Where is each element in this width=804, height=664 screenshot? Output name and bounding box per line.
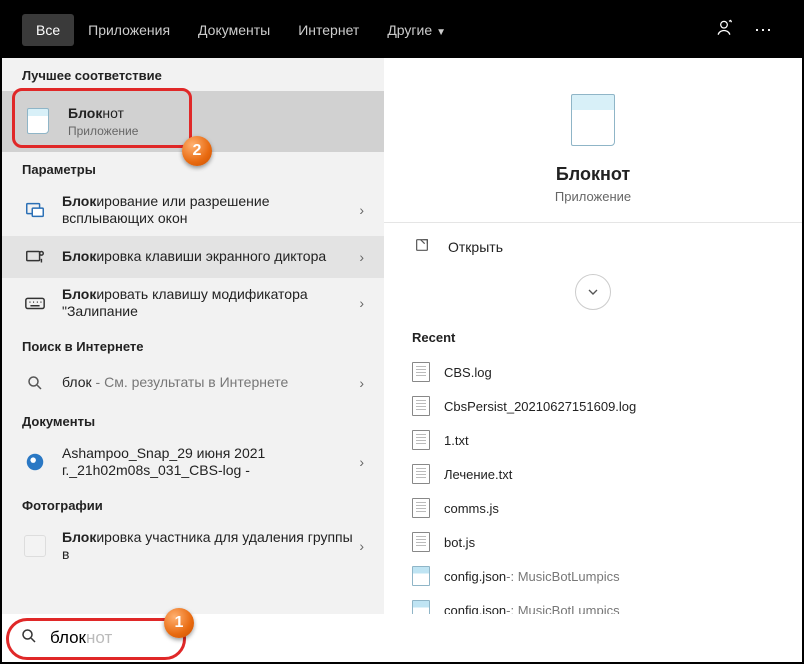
- photos-header: Фотографии: [2, 488, 384, 521]
- settings-keyboard-icon: [22, 290, 48, 316]
- documents-header: Документы: [2, 404, 384, 437]
- preview-panel: Блокнот Приложение Открыть Recent CBS.lo…: [384, 58, 802, 614]
- settings-result[interactable]: Блокировать клавишу модификатора "Залипа…: [2, 278, 384, 329]
- text-file-icon: [412, 396, 430, 416]
- notepad-file-icon: [412, 600, 430, 614]
- callout-badge-1: 1: [164, 608, 194, 638]
- expand-button[interactable]: [575, 274, 611, 310]
- preview-subtitle: Приложение: [555, 189, 631, 204]
- photo-thumb-icon: [22, 533, 48, 559]
- web-search-result[interactable]: блок - См. результаты в Интернете ›: [2, 362, 384, 404]
- recent-file-name: CBS.log: [444, 365, 492, 380]
- image-file-icon: [22, 449, 48, 475]
- recent-file-name: Лечение.txt: [444, 467, 512, 482]
- recent-file-suffix: -: MusicBotLumpics: [506, 569, 619, 584]
- recent-file-name: comms.js: [444, 501, 499, 516]
- recent-file[interactable]: config.json -: MusicBotLumpics: [404, 593, 782, 614]
- recent-file[interactable]: config.json -: MusicBotLumpics: [404, 559, 782, 593]
- search-typed: блок: [50, 628, 86, 647]
- tab-apps[interactable]: Приложения: [74, 14, 184, 46]
- recent-file-name: bot.js: [444, 535, 475, 550]
- recent-file-name: config.json: [444, 569, 506, 584]
- recent-file[interactable]: CbsPersist_20210627151609.log: [404, 389, 782, 423]
- recent-file-name: 1.txt: [444, 433, 469, 448]
- tab-all[interactable]: Все: [22, 14, 74, 46]
- photo-result[interactable]: Блокировка участника для удаления группы…: [2, 521, 384, 572]
- recent-file[interactable]: comms.js: [404, 491, 782, 525]
- recent-header: Recent: [404, 324, 782, 355]
- recent-file-name: config.json: [444, 603, 506, 615]
- text-file-icon: [412, 532, 430, 552]
- tab-web[interactable]: Интернет: [284, 14, 373, 46]
- chevron-right-icon[interactable]: ›: [353, 202, 370, 218]
- search-icon: [22, 370, 48, 396]
- text-file-icon: [412, 464, 430, 484]
- web-search-header: Поиск в Интернете: [2, 329, 384, 362]
- settings-result[interactable]: Блокирование или разрешение всплывающих …: [2, 185, 384, 236]
- chevron-right-icon[interactable]: ›: [353, 375, 370, 391]
- recent-file[interactable]: CBS.log: [404, 355, 782, 389]
- search-bar[interactable]: блокнот: [2, 614, 802, 662]
- settings-narrator-icon: [22, 244, 48, 270]
- settings-result[interactable]: Блокировка клавиши экранного диктора ›: [2, 236, 384, 278]
- chevron-right-icon[interactable]: ›: [353, 249, 370, 265]
- settings-popup-icon: [22, 197, 48, 223]
- more-options-icon[interactable]: ⋯: [744, 12, 782, 49]
- recent-file-suffix: -: MusicBotLumpics: [506, 603, 619, 615]
- preview-title: Блокнот: [556, 164, 630, 185]
- search-filter-bar: Все Приложения Документы Интернет Другие…: [2, 2, 802, 58]
- text-file-icon: [412, 362, 430, 382]
- best-match-header: Лучшее соответствие: [2, 58, 384, 91]
- recent-file[interactable]: 1.txt: [404, 423, 782, 457]
- open-icon: [412, 237, 432, 256]
- best-match-subtitle: Приложение: [68, 124, 370, 138]
- open-action[interactable]: Открыть: [404, 223, 782, 270]
- search-ghost-suggestion: нот: [86, 628, 112, 647]
- tab-more[interactable]: Другие▼: [373, 14, 460, 46]
- chevron-right-icon[interactable]: ›: [353, 454, 370, 470]
- feedback-icon[interactable]: [704, 10, 744, 51]
- notepad-icon: [22, 105, 54, 137]
- recent-file-name: CbsPersist_20210627151609.log: [444, 399, 636, 414]
- recent-file[interactable]: bot.js: [404, 525, 782, 559]
- document-result[interactable]: Ashampoo_Snap_29 июня 2021 г._21h02m08s_…: [2, 437, 384, 488]
- search-icon: [20, 627, 38, 650]
- recent-file[interactable]: Лечение.txt: [404, 457, 782, 491]
- text-file-icon: [412, 430, 430, 450]
- callout-badge-2: 2: [182, 136, 212, 166]
- open-label: Открыть: [448, 239, 503, 255]
- chevron-right-icon[interactable]: ›: [353, 538, 370, 554]
- chevron-right-icon[interactable]: ›: [353, 295, 370, 311]
- text-file-icon: [412, 498, 430, 518]
- notepad-file-icon: [412, 566, 430, 586]
- tab-documents[interactable]: Документы: [184, 14, 284, 46]
- app-icon-large: [561, 88, 625, 152]
